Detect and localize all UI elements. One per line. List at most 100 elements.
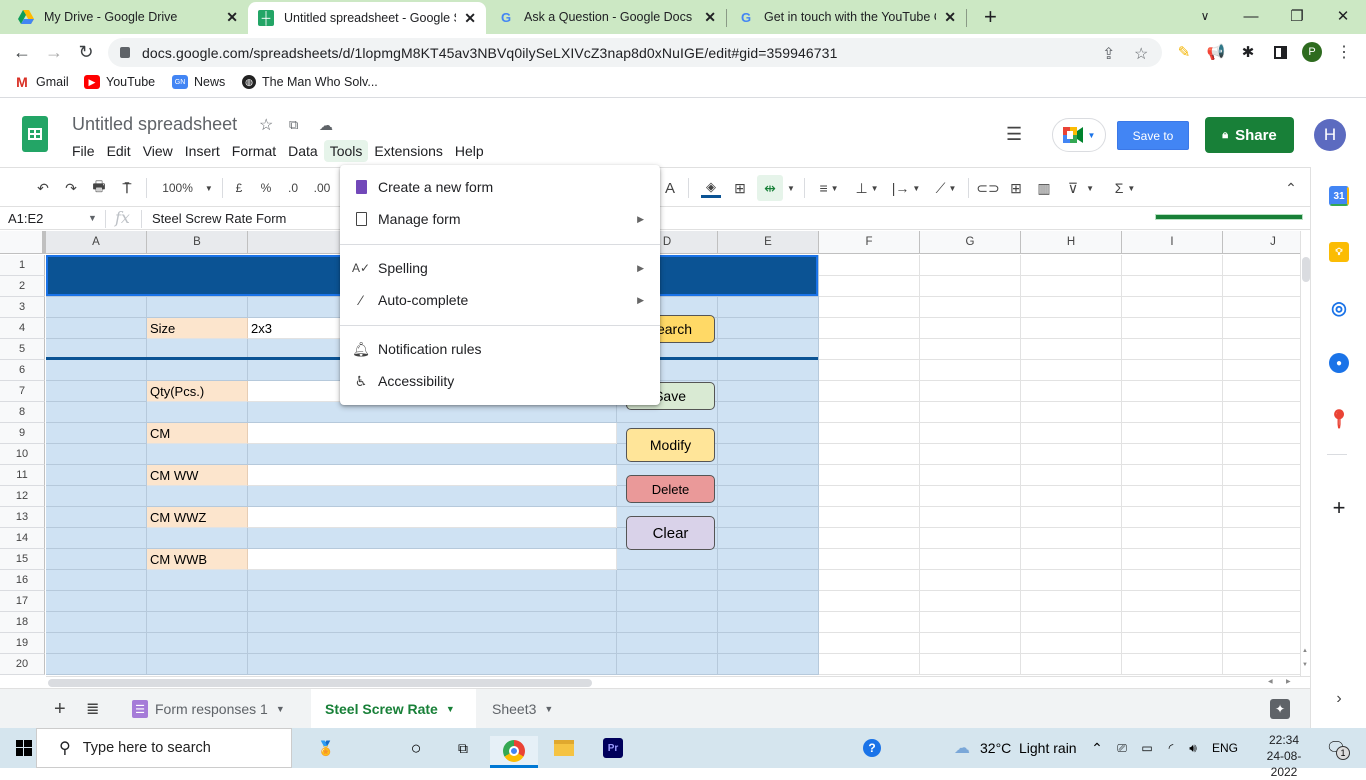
cell-f7[interactable] <box>819 381 920 402</box>
cell-a11[interactable] <box>46 465 147 486</box>
cell-b6[interactable] <box>147 360 248 381</box>
cell-g3[interactable] <box>920 297 1021 318</box>
cell-c20[interactable] <box>248 654 617 675</box>
vertical-align-icon[interactable]: ⊥ ▼ <box>852 178 882 198</box>
menu-edit[interactable]: Edit <box>101 140 137 162</box>
windows-start-icon[interactable] <box>14 736 34 760</box>
close-tab-icon[interactable]: ✕ <box>226 9 238 26</box>
cell-a16[interactable] <box>46 570 147 591</box>
row-header-14[interactable]: 14 <box>0 528 45 549</box>
delete-button[interactable]: Delete <box>626 475 715 503</box>
cell-f4[interactable] <box>819 318 920 339</box>
cell-b10[interactable] <box>147 444 248 465</box>
tab-my-drive[interactable]: My Drive - Google Drive ✕ <box>8 0 248 34</box>
insert-chart-icon[interactable]: ▥ <box>1035 178 1053 198</box>
cell-e17[interactable] <box>718 591 819 612</box>
bookmark-star-icon[interactable]: ☆ <box>1134 44 1148 64</box>
currency-format-button[interactable]: £ <box>232 178 246 198</box>
cell-h11[interactable] <box>1021 465 1122 486</box>
show-hidden-icons-chevron[interactable]: ⌃ <box>1090 736 1104 760</box>
select-all-corner[interactable] <box>0 231 46 254</box>
cell-c12[interactable] <box>248 486 617 507</box>
cell-e3[interactable] <box>718 297 819 318</box>
menu-insert[interactable]: Insert <box>179 140 226 162</box>
cell-h6[interactable] <box>1021 360 1122 381</box>
cell-h2[interactable] <box>1021 276 1122 297</box>
cell-g8[interactable] <box>920 402 1021 423</box>
field-input-cell[interactable] <box>248 423 617 444</box>
cell-a6[interactable] <box>46 360 147 381</box>
cell-h4[interactable] <box>1021 318 1122 339</box>
row-header-2[interactable]: 2 <box>0 276 45 297</box>
cell-i17[interactable] <box>1122 591 1223 612</box>
cell-c16[interactable] <box>248 570 617 591</box>
cell-j1[interactable] <box>1223 255 1300 276</box>
cell-j14[interactable] <box>1223 528 1300 549</box>
merge-dropdown-icon[interactable]: ▼ <box>786 178 796 198</box>
cell-j12[interactable] <box>1223 486 1300 507</box>
share-page-icon[interactable]: ⇪ <box>1102 44 1115 64</box>
row-header-3[interactable]: 3 <box>0 297 45 318</box>
percent-format-button[interactable]: % <box>258 178 274 198</box>
scroll-left-arrow[interactable]: ◀ <box>1268 678 1273 685</box>
volume-icon[interactable]: 🔊︎ <box>1184 736 1202 760</box>
all-sheets-list-icon[interactable]: ≣ <box>72 689 113 729</box>
cell-h16[interactable] <box>1021 570 1122 591</box>
cell-h14[interactable] <box>1021 528 1122 549</box>
column-header-g[interactable]: G <box>920 231 1021 254</box>
cell-j15[interactable] <box>1223 549 1300 570</box>
column-header-j[interactable]: J <box>1223 231 1300 254</box>
menu-format[interactable]: Format <box>226 140 282 162</box>
cell-j16[interactable] <box>1223 570 1300 591</box>
modify-button[interactable]: Modify <box>626 428 715 462</box>
row-header-16[interactable]: 16 <box>0 570 45 591</box>
clock[interactable]: 22:34 24-08-2022 <box>1254 732 1314 780</box>
close-window-button[interactable]: ✕ <box>1320 0 1366 32</box>
vertical-scrollbar[interactable]: ▲ ▼ <box>1300 231 1310 676</box>
cell-a18[interactable] <box>46 612 147 633</box>
cell-i10[interactable] <box>1122 444 1223 465</box>
cell-f1[interactable] <box>819 255 920 276</box>
borders-icon[interactable]: ⊞ <box>731 178 749 198</box>
cell-a12[interactable] <box>46 486 147 507</box>
weather-description[interactable]: Light rain <box>1019 736 1077 760</box>
cell-i16[interactable] <box>1122 570 1223 591</box>
cell-i13[interactable] <box>1122 507 1223 528</box>
bookmark-gmail[interactable]: M Gmail <box>14 74 69 90</box>
increase-decimal-button[interactable]: .00 <box>310 178 334 198</box>
cell-i5[interactable] <box>1122 339 1223 360</box>
cell-a7[interactable] <box>46 381 147 402</box>
cell-j11[interactable] <box>1223 465 1300 486</box>
cell-a10[interactable] <box>46 444 147 465</box>
weather-cloud-icon[interactable]: ☁ <box>950 736 974 760</box>
horizontal-scroll-thumb[interactable] <box>48 679 592 687</box>
cell-j6[interactable] <box>1223 360 1300 381</box>
cell-j5[interactable] <box>1223 339 1300 360</box>
cell-e12[interactable] <box>718 486 819 507</box>
cell-f8[interactable] <box>819 402 920 423</box>
row-header-17[interactable]: 17 <box>0 591 45 612</box>
cell-b19[interactable] <box>147 633 248 654</box>
wifi-icon[interactable]: ◜ <box>1162 736 1180 760</box>
chevron-down-icon[interactable]: ▼ <box>88 213 97 223</box>
cell-i14[interactable] <box>1122 528 1223 549</box>
cell-g10[interactable] <box>920 444 1021 465</box>
cell-g14[interactable] <box>920 528 1021 549</box>
chrome-taskbar-icon[interactable] <box>490 736 538 768</box>
menu-view[interactable]: View <box>137 140 179 162</box>
row-header-11[interactable]: 11 <box>0 465 45 486</box>
cell-b16[interactable] <box>147 570 248 591</box>
cell-d16[interactable] <box>617 570 718 591</box>
cell-e19[interactable] <box>718 633 819 654</box>
save-to-button[interactable]: Save to <box>1117 121 1189 150</box>
task-view-icon[interactable]: ⧉ <box>453 736 473 760</box>
megaphone-extension-icon[interactable]: 📢 <box>1206 42 1226 62</box>
explore-icon[interactable]: ✦ <box>1256 689 1304 729</box>
formula-input[interactable]: Steel Screw Rate Form <box>152 211 286 226</box>
cell-g6[interactable] <box>920 360 1021 381</box>
cell-d17[interactable] <box>617 591 718 612</box>
contacts-icon[interactable]: ● <box>1329 353 1349 373</box>
cell-i7[interactable] <box>1122 381 1223 402</box>
cortana-icon[interactable]: ○ <box>406 736 426 760</box>
column-header-e[interactable]: E <box>718 231 819 254</box>
